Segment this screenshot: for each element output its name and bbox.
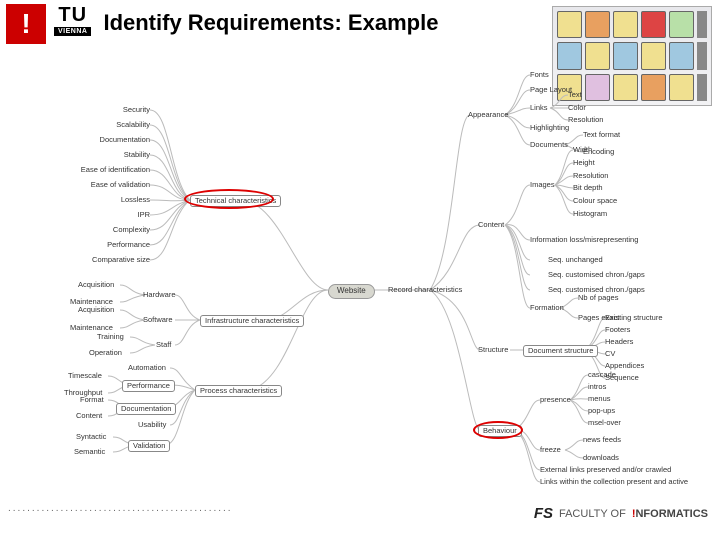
- node-tech-2: Documentation: [90, 136, 150, 144]
- node-val-0: Syntactic: [76, 433, 106, 441]
- node-st-0: Training: [97, 333, 124, 341]
- node-pr-3: pop-ups: [588, 407, 615, 415]
- mindmap: Website Technical characteristics Securi…: [0, 50, 720, 490]
- node-tech-8: Complexity: [104, 226, 150, 234]
- node-tech-4: Ease of identification: [70, 166, 150, 174]
- node-usability: Usability: [138, 421, 166, 429]
- node-sw-0: Acquisition: [78, 306, 114, 314]
- node-software: Software: [143, 316, 173, 324]
- node-lnk-2: Resolution: [568, 116, 603, 124]
- node-sw-1: Maintenance: [70, 324, 113, 332]
- node-ds-0: Existing structure: [605, 314, 663, 322]
- node-links: Links: [530, 104, 548, 112]
- node-seq-0: Seq. unchanged: [548, 256, 603, 264]
- node-fr-1: downloads: [583, 454, 619, 462]
- node-doc-0: Format: [80, 396, 104, 404]
- node-record: Record characteristics: [388, 286, 462, 294]
- node-linkswithin: Links within the collection present and …: [540, 478, 688, 486]
- node-fr-0: news feeds: [583, 436, 621, 444]
- node-val-1: Semantic: [74, 448, 105, 456]
- node-ds-2: Headers: [605, 338, 633, 346]
- node-tech-3: Stability: [115, 151, 150, 159]
- node-appearance: Appearance: [468, 111, 508, 119]
- node-img-0: Width: [573, 146, 592, 154]
- node-tech-10: Comparative size: [82, 256, 150, 264]
- node-img-2: Resolution: [573, 172, 608, 180]
- node-performance: Performance: [122, 380, 175, 392]
- node-hardware: Hardware: [143, 291, 176, 299]
- node-docu: Documentation: [116, 403, 176, 415]
- node-center: Website: [328, 284, 375, 299]
- node-tech-0: Security: [115, 106, 150, 114]
- node-staff: Staff: [156, 341, 171, 349]
- footer-fs-logo: FS: [534, 505, 553, 522]
- node-form-0: Nb of pages: [578, 294, 618, 302]
- node-images: Images: [530, 181, 555, 189]
- node-hw-0: Acquisition: [78, 281, 114, 289]
- node-img-3: Bit depth: [573, 184, 603, 192]
- node-ds-4: Appendices: [605, 362, 644, 370]
- page-title: Identify Requirements: Example: [103, 10, 438, 36]
- node-fonts: Fonts: [530, 71, 549, 79]
- logo-exclaim: !: [6, 4, 46, 44]
- node-img-1: Height: [573, 159, 595, 167]
- node-ds-1: Footers: [605, 326, 630, 334]
- node-pagelayout: Page Layout: [530, 86, 572, 94]
- node-tech-9: Performance: [98, 241, 150, 249]
- logo-tu-city: VIENNA: [54, 27, 91, 36]
- highlight-behaviour: [473, 421, 523, 439]
- node-ds-3: CV: [605, 350, 615, 358]
- logo-tu: TU VIENNA: [54, 4, 91, 36]
- node-process: Process characteristics: [195, 385, 282, 397]
- node-tech-7: IPR: [132, 211, 150, 219]
- node-tech-1: Scalability: [104, 121, 150, 129]
- node-infrastructure: Infrastructure characteristics: [200, 315, 304, 327]
- node-pr-4: msel-over: [588, 419, 621, 427]
- node-docstruct: Document structure: [523, 345, 598, 357]
- node-pr-1: intros: [588, 383, 606, 391]
- highlight-technical: [184, 189, 274, 209]
- node-infoloss: Information loss/misrepresenting: [530, 236, 638, 244]
- node-pr-0: cascade: [588, 371, 616, 379]
- node-seq-1: Seq. customised chron./gaps: [548, 271, 645, 279]
- footer-faculty: FACULTY OF: [559, 508, 626, 520]
- node-tech-5: Ease of validation: [78, 181, 150, 189]
- node-documents: Documents: [530, 141, 568, 149]
- footer-informatics: NFORMATICS: [635, 508, 708, 520]
- node-pr-2: menus: [588, 395, 611, 403]
- node-content: Content: [478, 221, 504, 229]
- node-lnk-0: Text: [568, 91, 582, 99]
- node-img-5: Histogram: [573, 210, 607, 218]
- node-st-1: Operation: [89, 349, 122, 357]
- node-highlighting: Highlighting: [530, 124, 569, 132]
- node-freeze: freeze: [540, 446, 561, 454]
- node-img-4: Colour space: [573, 197, 617, 205]
- logo-tu-letters: TU: [58, 4, 87, 27]
- node-doc-1: Content: [76, 412, 102, 420]
- footer-right: FS FACULTY OF !NFORMATICS: [534, 505, 708, 522]
- node-automation: Automation: [128, 364, 166, 372]
- node-validation: Validation: [128, 440, 170, 452]
- node-docfmt-0: Text format: [583, 131, 620, 139]
- node-lnk-1: Color: [568, 104, 586, 112]
- node-perf-0: Timescale: [68, 372, 102, 380]
- node-external: External links preserved and/or crawled: [540, 466, 671, 474]
- node-structure: Structure: [478, 346, 508, 354]
- node-presence: presence: [540, 396, 571, 404]
- node-formation: Formation: [530, 304, 564, 312]
- footer-dots: ........................................…: [8, 503, 233, 514]
- node-tech-6: Lossless: [114, 196, 150, 204]
